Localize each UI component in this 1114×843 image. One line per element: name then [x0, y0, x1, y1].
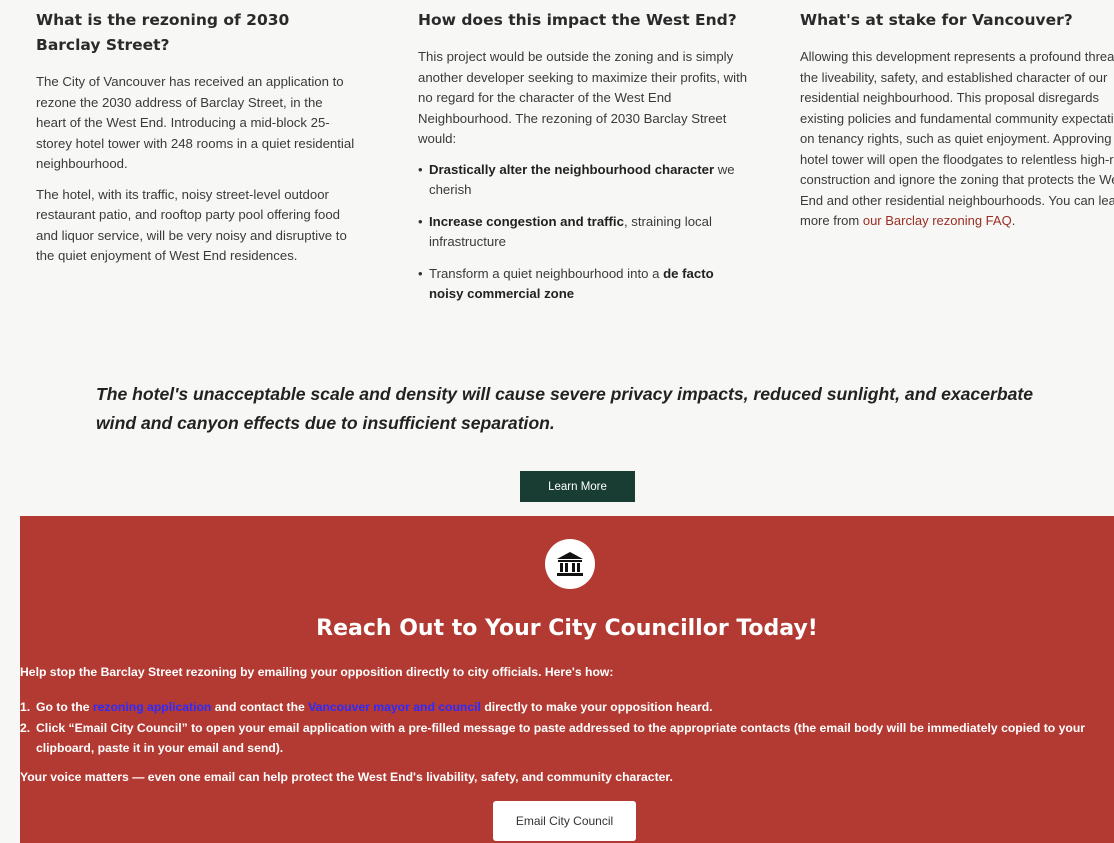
step-item: 2. Click “Email City Council” to open you… [20, 720, 1086, 756]
faq-link[interactable]: our Barclay rezoning FAQ [863, 213, 1012, 228]
cta-section: Reach Out to Your City Councillor Today!… [20, 516, 1114, 843]
column-paragraph: The hotel, with its traffic, noisy stree… [36, 186, 347, 264]
cta-title: Reach Out to Your City Councillor Today! [316, 616, 818, 641]
column-stakes: What's at stake for Vancouver? Allowing … [800, 8, 1114, 242]
callout-text: The hotel's unacceptable scale and densi… [96, 384, 1034, 433]
cta-intro: Help stop the Barclay Street rezoning by… [20, 665, 614, 679]
column-heading: How does this impact the West End? [418, 11, 737, 29]
column-paragraph: Allowing this development represents a p… [800, 49, 1114, 228]
list-item: Drastically alter the neighbourhood char… [418, 160, 748, 201]
info-columns: What is the rezoning of 2030 Barclay Str… [36, 8, 1114, 368]
government-building-icon-svg [557, 552, 583, 576]
impact-list: Drastically alter the neighbourhood char… [418, 160, 748, 305]
rezoning-application-link[interactable]: rezoning application [93, 700, 212, 714]
list-item: Increase congestion and traffic, straini… [418, 212, 748, 253]
column-heading: What's at stake for Vancouver? [800, 11, 1073, 29]
step-item: 1. Go to the rezoning application and con… [20, 700, 713, 714]
voice-matters-text: Your voice matters — even one email can … [20, 770, 673, 784]
column-rezoning: What is the rezoning of 2030 Barclay Str… [36, 8, 356, 277]
email-city-council-button[interactable]: Email City Council [493, 801, 636, 841]
government-building-icon [545, 539, 595, 589]
column-heading: What is the rezoning of 2030 Barclay Str… [36, 11, 290, 54]
mayor-council-link[interactable]: Vancouver mayor and council [308, 700, 481, 714]
list-item: Transform a quiet neighbourhood into a d… [418, 264, 748, 305]
learn-more-button[interactable]: Learn More [520, 471, 635, 502]
column-paragraph: The City of Vancouver has received an ap… [36, 74, 355, 171]
cta-steps: 1. Go to the rezoning application and con… [20, 697, 1110, 759]
column-impact: How does this impact the West End? This … [418, 8, 748, 316]
column-paragraph: This project would be outside the zoning… [418, 49, 748, 146]
